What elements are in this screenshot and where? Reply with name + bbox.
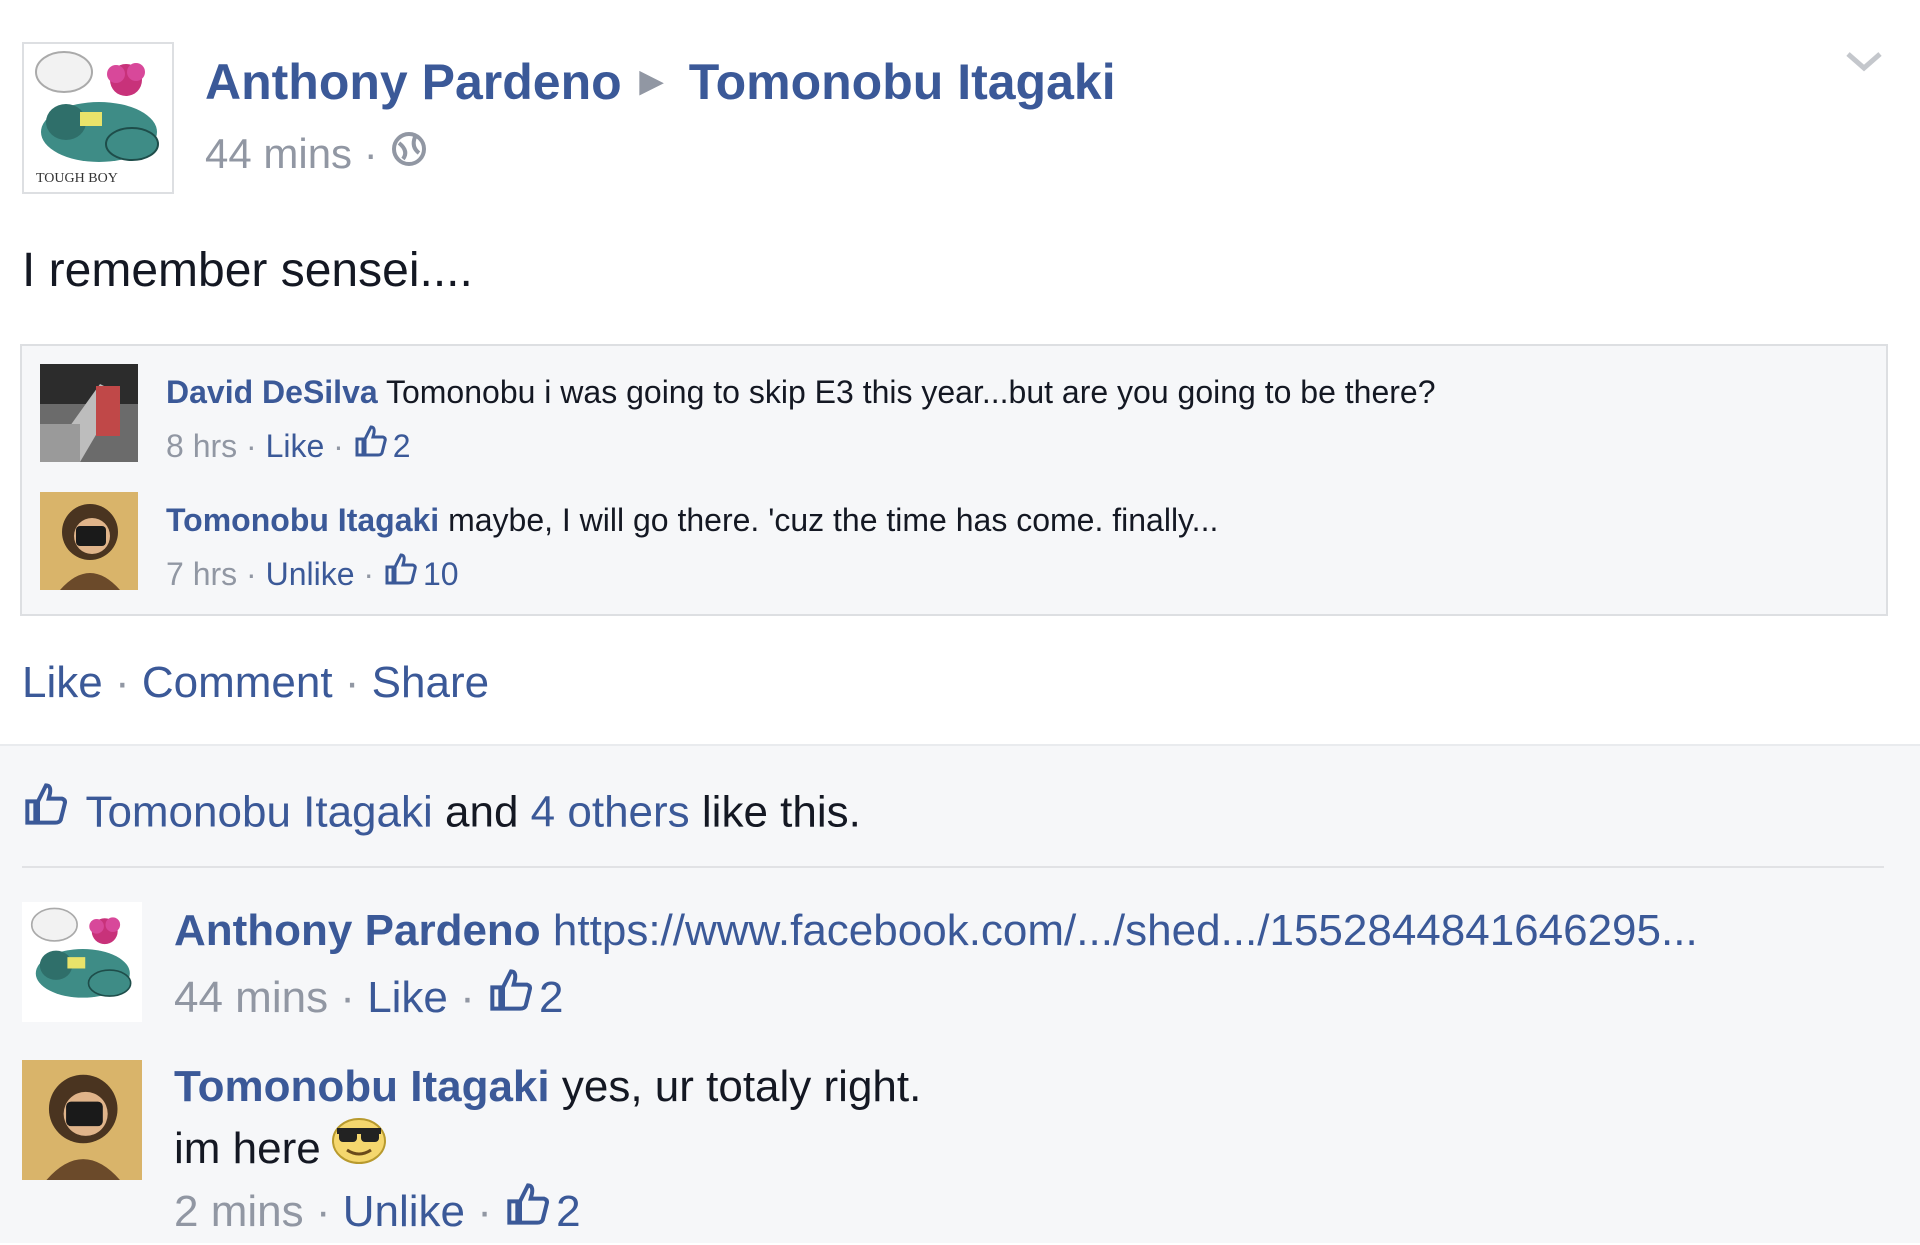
commenter-name[interactable]: David DeSilva xyxy=(166,374,378,410)
comment-like-count[interactable]: 10 xyxy=(423,556,459,592)
thumbs-up-icon xyxy=(353,423,389,468)
shared-comment-text-line: David DeSilva Tomonobu i was going to sk… xyxy=(166,372,1436,412)
commenter-avatar[interactable] xyxy=(22,902,142,1022)
post-author-avatar[interactable]: TOUGH BOY xyxy=(22,42,174,194)
like-button[interactable]: Like xyxy=(22,658,103,707)
shared-comment-text-line: Tomonobu Itagaki maybe, I will go there.… xyxy=(166,500,1218,540)
comment-text-line-2: im here xyxy=(174,1118,387,1183)
arrow-right-icon: ▶ xyxy=(639,64,663,98)
likes-and-text: and xyxy=(445,787,519,837)
post-target-link[interactable]: Tomonobu Itagaki xyxy=(689,54,1116,110)
avatar-cartoon-image: TOUGH BOY xyxy=(24,44,172,192)
comment-unlike-link[interactable]: Unlike xyxy=(343,1187,465,1236)
likes-suffix-text: like this. xyxy=(701,787,861,837)
comment-text-line: Tomonobu Itagaki yes, ur totaly right. xyxy=(174,1060,921,1114)
likes-others-link[interactable]: 4 others xyxy=(531,788,690,837)
likes-summary: Tomonobu Itagaki and 4 others like this. xyxy=(22,783,861,846)
post-body-text: I remember sensei.... xyxy=(22,244,473,297)
comment-time[interactable]: 7 hrs xyxy=(166,556,237,592)
post-author-link[interactable]: Anthony Pardeno xyxy=(205,54,622,110)
liker-name-link[interactable]: Tomonobu Itagaki xyxy=(85,788,432,837)
chevron-down-icon[interactable] xyxy=(1844,48,1884,81)
post-timestamp[interactable]: 44 mins xyxy=(205,130,352,177)
thumbs-up-icon xyxy=(22,780,70,842)
comment-like-count[interactable]: 2 xyxy=(556,1187,580,1236)
comment-text: maybe, I will go there. 'cuz the time ha… xyxy=(448,502,1219,538)
avatar-caption: TOUGH BOY xyxy=(36,171,118,186)
comment-time[interactable]: 2 mins xyxy=(174,1187,304,1236)
commenter-name[interactable]: Tomonobu Itagaki xyxy=(174,1062,550,1111)
post-header-names: Anthony Pardeno ▶ Tomonobu Itagaki xyxy=(205,52,1116,116)
comment-time[interactable]: 44 mins xyxy=(174,973,328,1022)
sunglasses-emoji-icon xyxy=(331,1116,387,1179)
comment-meta: 44 mins · Like · 2 xyxy=(174,969,564,1031)
share-button[interactable]: Share xyxy=(372,658,489,707)
commenter-avatar[interactable] xyxy=(40,492,138,590)
comment-like-link[interactable]: Like xyxy=(266,428,325,464)
meta-separator: · xyxy=(363,130,378,177)
comment-text: Tomonobu i was going to skip E3 this yea… xyxy=(385,374,1436,410)
comment-text-2: im here xyxy=(174,1124,321,1174)
commenter-avatar[interactable] xyxy=(22,1060,142,1180)
comment-meta: 2 mins · Unlike · 2 xyxy=(174,1183,581,1245)
commenter-name[interactable]: Tomonobu Itagaki xyxy=(166,502,439,538)
comment-text-line: Anthony Pardeno https://www.facebook.com… xyxy=(174,904,1698,958)
globe-icon[interactable] xyxy=(389,129,429,181)
comment-button[interactable]: Comment xyxy=(142,658,333,707)
comment-text: yes, ur totaly right. xyxy=(561,1062,922,1111)
comment-url-link[interactable]: https://www.facebook.com/.../shed.../155… xyxy=(553,906,1698,955)
commenter-avatar[interactable] xyxy=(40,364,138,462)
commenter-name[interactable]: Anthony Pardeno xyxy=(174,906,541,955)
comment-like-link[interactable]: Like xyxy=(367,973,448,1022)
comment-time[interactable]: 8 hrs xyxy=(166,428,237,464)
shared-comment-meta: 7 hrs · Unlike · 10 xyxy=(166,551,459,599)
comment-like-count[interactable]: 2 xyxy=(539,973,563,1022)
thumbs-up-icon xyxy=(383,551,419,596)
comment-like-count[interactable]: 2 xyxy=(393,428,411,464)
comments-divider xyxy=(22,866,1884,868)
shared-comment-meta: 8 hrs · Like · 2 xyxy=(166,423,411,471)
thumbs-up-icon xyxy=(487,966,535,1027)
post-actions-bar: Like · Comment · Share xyxy=(22,658,490,707)
comment-unlike-link[interactable]: Unlike xyxy=(266,556,355,592)
thumbs-up-icon xyxy=(504,1180,552,1241)
post-meta: 44 mins · xyxy=(205,128,429,183)
shared-comments-box[interactable]: David DeSilva Tomonobu i was going to sk… xyxy=(20,344,1888,616)
